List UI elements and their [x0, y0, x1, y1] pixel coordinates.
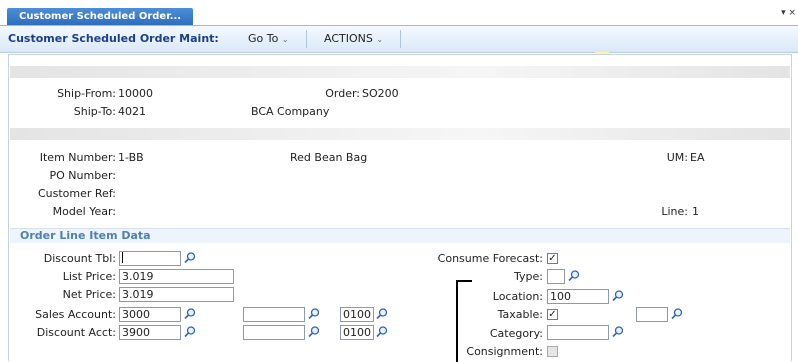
- model-year-label: Model Year:: [52, 205, 116, 218]
- check-icon: ✓: [548, 253, 557, 264]
- goto-menu-label: Go To: [248, 32, 279, 45]
- list-price-input[interactable]: 3.019: [119, 269, 234, 284]
- toolbar-separator: [400, 30, 401, 48]
- search-icon[interactable]: [567, 269, 581, 283]
- text-cursor: [122, 252, 123, 263]
- ship-from-label: Ship-From:: [57, 87, 116, 100]
- search-icon[interactable]: [183, 325, 197, 339]
- tab-customer-scheduled-order[interactable]: Customer Scheduled Order...: [7, 8, 193, 26]
- consume-forecast-label: Consume Forecast:: [437, 252, 543, 265]
- window-controls[interactable]: ▾ ×: [781, 8, 796, 18]
- ship-to-name: BCA Company: [251, 105, 330, 118]
- check-icon: ✓: [548, 309, 557, 320]
- header-band: [10, 66, 790, 78]
- search-icon[interactable]: [183, 307, 197, 321]
- callout-line: [456, 280, 458, 362]
- sales-account-label: Sales Account:: [35, 308, 116, 321]
- category-label: Category:: [489, 327, 543, 340]
- taxable-label: Taxable:: [497, 308, 543, 321]
- item-number-label: Item Number:: [39, 151, 116, 164]
- sales-sub-account-input[interactable]: [243, 307, 305, 322]
- discount-sub-account-input[interactable]: [243, 325, 305, 340]
- line-value: 1: [692, 205, 699, 218]
- location-label: Location:: [492, 290, 543, 303]
- taxable-checkbox[interactable]: ✓: [547, 309, 558, 320]
- item-band: [10, 128, 790, 140]
- net-price-label: Net Price:: [62, 288, 116, 301]
- type-input[interactable]: [547, 269, 565, 284]
- toolbar-separator: [306, 30, 307, 48]
- item-description: Red Bean Bag: [290, 151, 368, 164]
- location-input[interactable]: 100: [547, 289, 609, 304]
- um-value: EA: [690, 151, 705, 164]
- po-number-label: PO Number:: [49, 169, 117, 182]
- um-label: UM:: [666, 151, 688, 164]
- discount-tbl-input[interactable]: [119, 251, 181, 266]
- goto-menu[interactable]: Go To ⌄: [248, 32, 289, 45]
- section-title: Order Line Item Data: [20, 229, 151, 242]
- search-icon[interactable]: [375, 325, 389, 339]
- item-number-value: 1-BB: [118, 151, 144, 164]
- net-price-input[interactable]: 3.019: [119, 287, 234, 302]
- ship-to-label: Ship-To:: [73, 105, 116, 118]
- search-icon[interactable]: [375, 307, 389, 321]
- customer-ref-label: Customer Ref:: [37, 187, 116, 200]
- line-label: Line:: [661, 205, 688, 218]
- discount-acct-input[interactable]: 3900: [119, 325, 181, 340]
- ship-to-value: 4021: [118, 105, 146, 118]
- program-title: Customer Scheduled Order Maint:: [8, 32, 219, 45]
- sales-account-input[interactable]: 3000: [119, 307, 181, 322]
- tax-usage-input[interactable]: [636, 307, 668, 322]
- order-label: Order:: [325, 87, 360, 100]
- callout-line: [456, 280, 472, 282]
- actions-menu[interactable]: ACTIONS ⌄: [324, 32, 383, 45]
- search-icon[interactable]: [307, 325, 321, 339]
- search-icon[interactable]: [611, 325, 625, 339]
- discount-tbl-label: Discount Tbl:: [43, 252, 116, 265]
- sales-cost-center-input[interactable]: 0100: [340, 307, 374, 322]
- chevron-down-icon: ⌄: [281, 35, 289, 44]
- list-price-label: List Price:: [62, 270, 116, 283]
- discount-cost-center-input[interactable]: 0100: [340, 325, 374, 340]
- tab-strip: Customer Scheduled Order... ▾ ×: [0, 0, 798, 26]
- chevron-down-icon: ⌄: [376, 35, 384, 44]
- search-icon[interactable]: [307, 307, 321, 321]
- actions-menu-label: ACTIONS: [324, 32, 373, 45]
- order-value: SO200: [362, 87, 399, 100]
- search-icon[interactable]: [611, 289, 625, 303]
- search-icon[interactable]: [670, 307, 684, 321]
- order-line-section-header: Order Line Item Data: [10, 228, 790, 243]
- consignment-checkbox[interactable]: [547, 346, 558, 357]
- search-icon[interactable]: [183, 251, 197, 265]
- discount-acct-label: Discount Acct:: [36, 326, 116, 339]
- consignment-label: Consignment:: [466, 345, 543, 358]
- category-input[interactable]: [547, 325, 609, 340]
- program-toolbar: Customer Scheduled Order Maint: Go To ⌄ …: [0, 26, 798, 53]
- ship-from-value: 10000: [118, 87, 153, 100]
- consume-forecast-checkbox[interactable]: ✓: [547, 253, 558, 264]
- type-label: Type:: [514, 270, 543, 283]
